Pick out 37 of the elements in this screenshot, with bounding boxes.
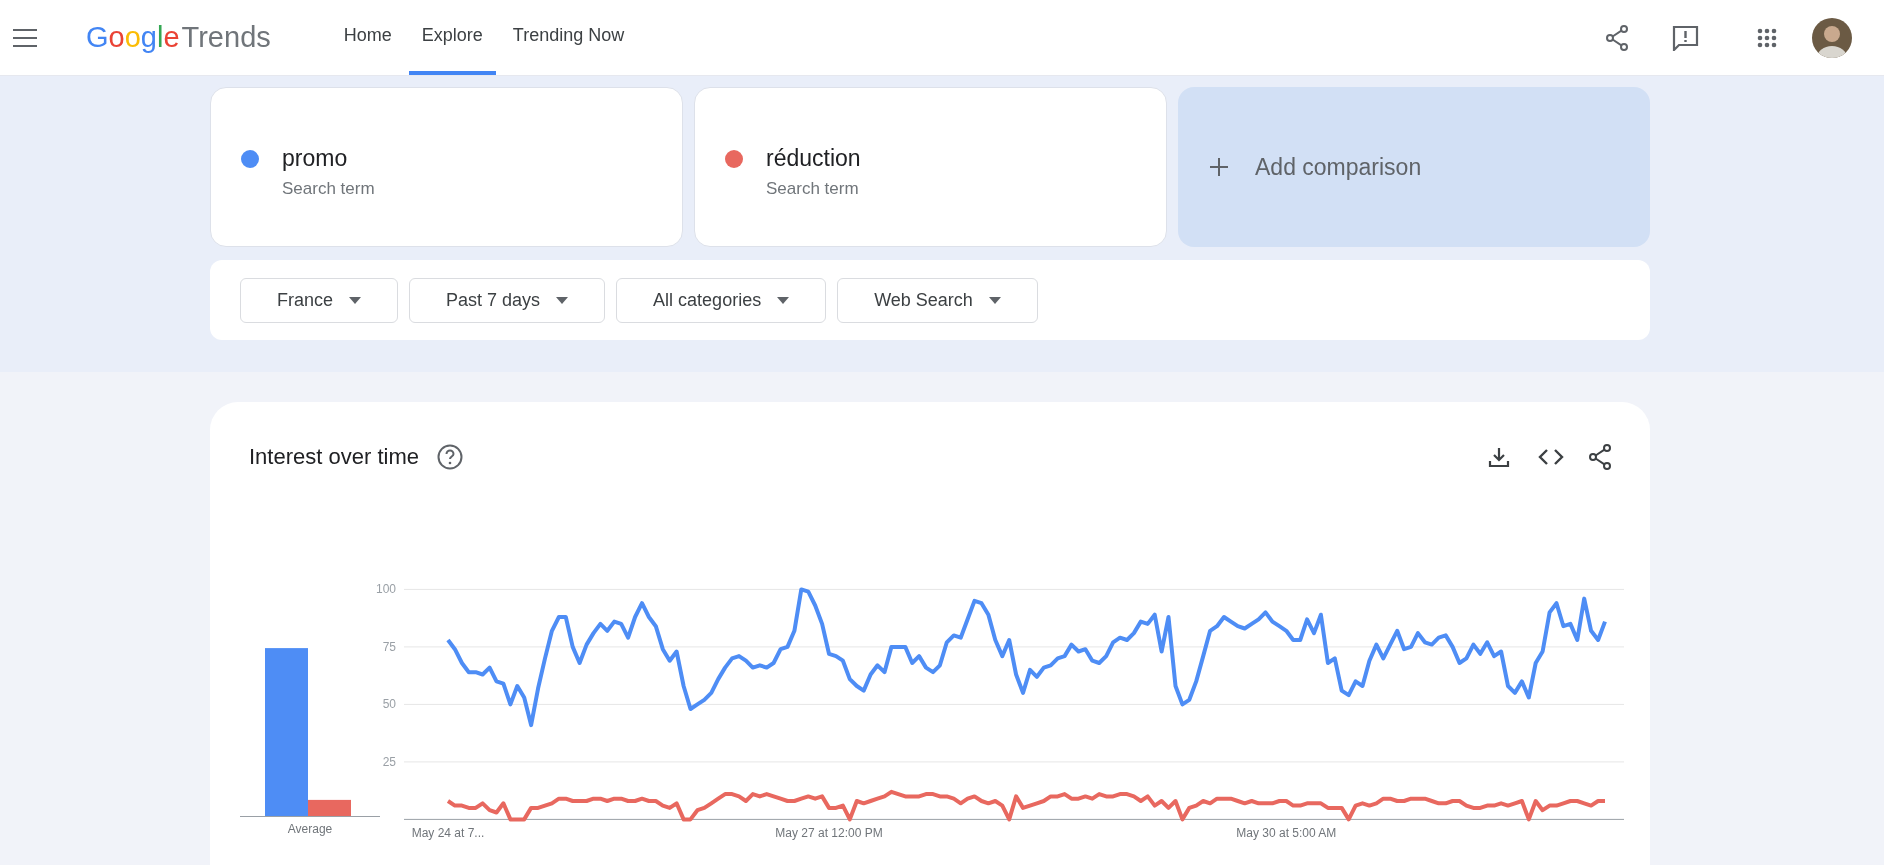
card-title: Interest over time (249, 443, 419, 471)
x-axis-label: May 24 at 7... (411, 826, 485, 841)
search-term: réduction (766, 144, 861, 173)
y-axis-label: 50 (382, 697, 396, 712)
avatar[interactable] (1812, 17, 1852, 58)
term-type: Search term (766, 177, 860, 200)
download-icon[interactable] (1488, 445, 1510, 468)
filter-dropdown[interactable]: Past 7 days (409, 277, 606, 323)
add-comparison-button[interactable]: Add comparison (1178, 87, 1650, 247)
x-axis-label: May 27 at 12:00 PM (775, 826, 883, 841)
dropdown-caret-icon (988, 296, 1001, 304)
nav-tab[interactable]: Trending Now (499, 0, 638, 75)
filter-dropdown[interactable]: France (240, 277, 399, 323)
average-label: Average (287, 821, 333, 838)
filter-dropdown[interactable]: Web Search (837, 277, 1038, 323)
apps-grid-icon[interactable] (1757, 27, 1777, 48)
term-type: Search term (282, 177, 375, 200)
nav-tab[interactable]: Home (330, 0, 405, 75)
plus-icon (1210, 158, 1228, 176)
google-trends-logo[interactable]: GoogleTrends (86, 15, 271, 60)
search-term: promo (282, 144, 349, 173)
search-term-card[interactable]: promo Search term (210, 87, 683, 247)
dropdown-caret-icon (777, 296, 790, 304)
y-axis-label: 75 (382, 639, 396, 654)
x-axis-label: May 30 at 5:00 AM (1236, 826, 1337, 841)
y-axis-label: 25 (382, 754, 396, 769)
feedback-icon[interactable] (1672, 24, 1699, 51)
embed-code-icon[interactable] (1538, 447, 1564, 466)
dropdown-caret-icon (349, 296, 362, 304)
share-icon[interactable] (1605, 24, 1629, 51)
dropdown-caret-icon (556, 296, 569, 304)
filter-dropdown[interactable]: All categories (616, 277, 827, 323)
menu-icon[interactable] (13, 28, 37, 47)
help-icon[interactable] (436, 443, 463, 470)
share-icon[interactable] (1588, 443, 1612, 470)
search-term-card[interactable]: réduction Search term (694, 87, 1167, 247)
y-axis-label: 100 (375, 582, 396, 597)
